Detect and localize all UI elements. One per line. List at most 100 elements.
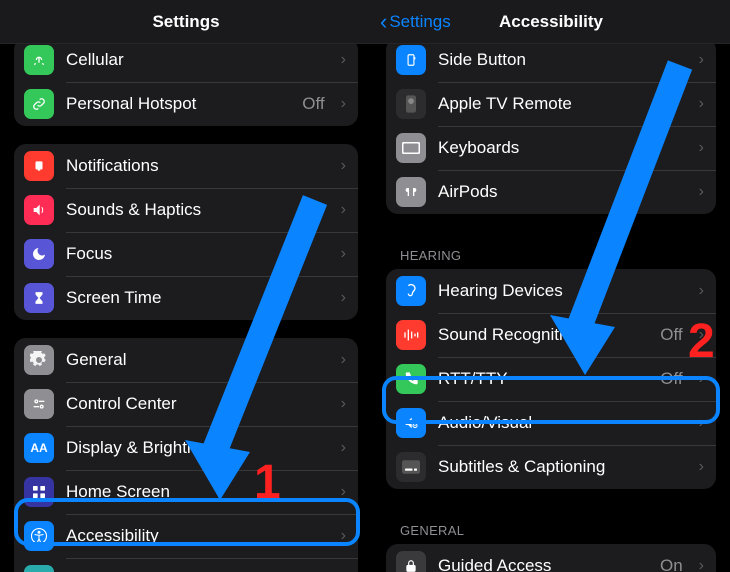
row-value: Off xyxy=(660,369,682,389)
chevron-icon: › xyxy=(341,527,346,545)
chevron-icon: › xyxy=(341,51,346,69)
row-apple-tv-remote[interactable]: Apple TV Remote › xyxy=(386,82,716,126)
sliders-icon xyxy=(24,389,54,419)
row-notifications[interactable]: Notifications › xyxy=(14,144,358,188)
row-hearing-devices[interactable]: Hearing Devices › xyxy=(386,269,716,313)
chevron-icon: › xyxy=(699,414,704,432)
settings-group-notifications: Notifications › Sounds & Haptics › Focus… xyxy=(14,144,358,320)
row-keyboards[interactable]: Keyboards › xyxy=(386,126,716,170)
chevron-left-icon: ‹ xyxy=(380,11,387,33)
text-size-icon: AA xyxy=(24,433,54,463)
settings-pane: Settings Cellular › Personal Hotspot Off… xyxy=(0,0,372,572)
row-label: Side Button xyxy=(438,50,687,70)
chevron-icon: › xyxy=(341,95,346,113)
bell-icon xyxy=(24,151,54,181)
row-sound-recognition[interactable]: Sound Recognition Off › xyxy=(386,313,716,357)
row-airpods[interactable]: AirPods › xyxy=(386,170,716,214)
row-side-button[interactable]: Side Button › xyxy=(386,44,716,82)
nav-title: Accessibility xyxy=(499,12,603,32)
subtitles-icon xyxy=(396,452,426,482)
waveform-icon xyxy=(396,320,426,350)
row-label: Focus xyxy=(66,244,329,264)
row-cellular[interactable]: Cellular › xyxy=(14,44,358,82)
accessibility-scroll[interactable]: Side Button › Apple TV Remote › Keyboard… xyxy=(372,44,730,572)
settings-group-network: Cellular › Personal Hotspot Off › xyxy=(14,44,358,126)
row-wallpaper[interactable]: Wallpaper › xyxy=(14,558,358,572)
row-label: Guided Access xyxy=(438,556,648,572)
row-value: Off xyxy=(660,325,682,345)
row-label: Audio/Visual xyxy=(438,413,687,433)
chevron-icon: › xyxy=(699,458,704,476)
keyboard-icon xyxy=(396,133,426,163)
chevron-icon: › xyxy=(341,245,346,263)
row-general[interactable]: General › xyxy=(14,338,358,382)
flower-icon xyxy=(24,565,54,572)
chevron-icon: › xyxy=(699,95,704,113)
ear-icon xyxy=(396,276,426,306)
accessibility-pane: ‹ Settings Accessibility Side Button › A… xyxy=(372,0,730,572)
row-accessibility[interactable]: Accessibility › xyxy=(14,514,358,558)
nav-title: Settings xyxy=(152,12,219,32)
phone-icon xyxy=(396,364,426,394)
chevron-icon: › xyxy=(341,351,346,369)
chevron-icon: › xyxy=(699,183,704,201)
row-subtitles-captioning[interactable]: Subtitles & Captioning › xyxy=(386,445,716,489)
row-label: Subtitles & Captioning xyxy=(438,457,687,477)
chevron-icon: › xyxy=(341,289,346,307)
row-label: Home Screen xyxy=(66,482,329,502)
row-home-screen[interactable]: Home Screen › xyxy=(14,470,358,514)
speaker-icon xyxy=(24,195,54,225)
lock-icon xyxy=(396,551,426,572)
row-control-center[interactable]: Control Center › xyxy=(14,382,358,426)
row-label: Control Center xyxy=(66,394,329,414)
chevron-icon: › xyxy=(699,557,704,572)
nav-bar: ‹ Settings Accessibility xyxy=(372,0,730,44)
accessibility-group-physical: Side Button › Apple TV Remote › Keyboard… xyxy=(386,44,716,214)
airpods-icon xyxy=(396,177,426,207)
moon-icon xyxy=(24,239,54,269)
chevron-icon: › xyxy=(699,326,704,344)
row-rtt-tty[interactable]: RTT/TTY Off › xyxy=(386,357,716,401)
row-display-brightness[interactable]: AA Display & Brightness › xyxy=(14,426,358,470)
chevron-icon: › xyxy=(699,51,704,69)
antenna-icon xyxy=(24,45,54,75)
back-button[interactable]: ‹ Settings xyxy=(380,11,451,33)
chevron-icon: › xyxy=(341,439,346,457)
row-label: Sound Recognition xyxy=(438,325,648,345)
nav-bar: Settings xyxy=(0,0,372,44)
settings-scroll[interactable]: Cellular › Personal Hotspot Off › Notifi… xyxy=(0,44,372,572)
row-value: Off xyxy=(302,94,324,114)
grid-icon xyxy=(24,477,54,507)
row-guided-access[interactable]: Guided Access On › xyxy=(386,544,716,572)
audio-visual-icon xyxy=(396,408,426,438)
row-label: Personal Hotspot xyxy=(66,94,290,114)
link-icon xyxy=(24,89,54,119)
chevron-icon: › xyxy=(341,201,346,219)
chevron-icon: › xyxy=(699,282,704,300)
row-label: Apple TV Remote xyxy=(438,94,687,114)
row-audio-visual[interactable]: Audio/Visual › xyxy=(386,401,716,445)
row-label: Keyboards xyxy=(438,138,687,158)
row-label: General xyxy=(66,350,329,370)
row-focus[interactable]: Focus › xyxy=(14,232,358,276)
row-label: Notifications xyxy=(66,156,329,176)
section-header-general: GENERAL xyxy=(372,507,730,544)
row-value: On xyxy=(660,556,683,572)
chevron-icon: › xyxy=(341,157,346,175)
row-label: Cellular xyxy=(66,50,329,70)
row-label: Display & Brightness xyxy=(66,438,329,458)
row-label: Sounds & Haptics xyxy=(66,200,329,220)
accessibility-group-hearing: Hearing Devices › Sound Recognition Off … xyxy=(386,269,716,489)
side-button-icon xyxy=(396,45,426,75)
hourglass-icon xyxy=(24,283,54,313)
row-sounds-haptics[interactable]: Sounds & Haptics › xyxy=(14,188,358,232)
chevron-icon: › xyxy=(699,370,704,388)
row-label: AirPods xyxy=(438,182,687,202)
row-screen-time[interactable]: Screen Time › xyxy=(14,276,358,320)
remote-icon xyxy=(396,89,426,119)
row-label: Hearing Devices xyxy=(438,281,687,301)
row-label: RTT/TTY xyxy=(438,369,648,389)
chevron-icon: › xyxy=(341,395,346,413)
row-personal-hotspot[interactable]: Personal Hotspot Off › xyxy=(14,82,358,126)
gear-icon xyxy=(24,345,54,375)
